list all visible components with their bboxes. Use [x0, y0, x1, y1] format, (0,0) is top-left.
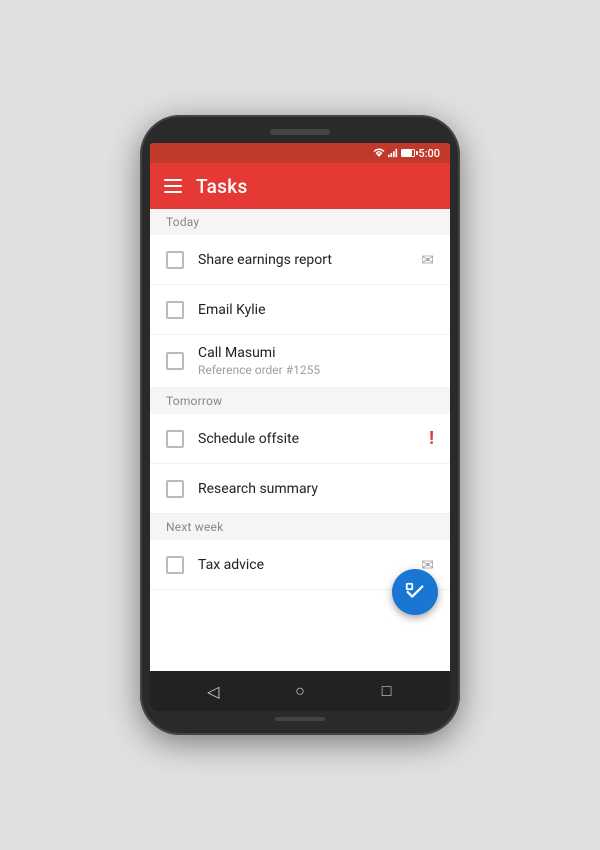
status-time: 5:00	[418, 147, 440, 160]
section-header-tomorrow: Tomorrow	[150, 388, 450, 414]
task-content-call-masumi: Call Masumi Reference order #1255	[198, 335, 434, 387]
task-content-tax-advice: Tax advice	[198, 547, 407, 583]
hamburger-menu-icon[interactable]	[164, 179, 182, 193]
task-checkbox-call-masumi[interactable]	[166, 352, 184, 370]
status-bar: 5:00	[150, 143, 450, 163]
section-header-next-week: Next week	[150, 514, 450, 540]
task-title-share-earnings: Share earnings report	[198, 252, 407, 268]
fab-check-icon	[404, 581, 426, 603]
section-header-today: Today	[150, 209, 450, 235]
nav-back-button[interactable]: ◁	[198, 676, 228, 706]
task-title-email-kylie: Email Kylie	[198, 302, 434, 318]
fab-button[interactable]	[392, 569, 438, 615]
task-checkbox-tax-advice[interactable]	[166, 556, 184, 574]
app-bar: Tasks	[150, 163, 450, 209]
task-item-share-earnings[interactable]: Share earnings report ✉	[150, 235, 450, 285]
task-item-call-masumi[interactable]: Call Masumi Reference order #1255	[150, 335, 450, 388]
task-checkbox-email-kylie[interactable]	[166, 301, 184, 319]
phone-screen: 5:00 Tasks Today Share earnings repo	[150, 143, 450, 711]
phone-bottom-bar	[275, 717, 325, 721]
phone-speaker	[270, 129, 330, 135]
task-item-schedule-offsite[interactable]: Schedule offsite !	[150, 414, 450, 464]
task-title-schedule-offsite: Schedule offsite	[198, 431, 415, 447]
task-content-share-earnings: Share earnings report	[198, 242, 407, 278]
app-title: Tasks	[196, 175, 248, 198]
task-checkbox-research-summary[interactable]	[166, 480, 184, 498]
signal-icon	[388, 148, 398, 158]
urgent-icon-schedule-offsite: !	[429, 428, 434, 449]
task-content-email-kylie: Email Kylie	[198, 292, 434, 328]
phone-device: 5:00 Tasks Today Share earnings repo	[140, 115, 460, 735]
status-icons: 5:00	[373, 147, 440, 160]
task-item-email-kylie[interactable]: Email Kylie	[150, 285, 450, 335]
task-item-research-summary[interactable]: Research summary	[150, 464, 450, 514]
task-checkbox-share-earnings[interactable]	[166, 251, 184, 269]
task-title-research-summary: Research summary	[198, 481, 434, 497]
wifi-icon	[373, 148, 385, 158]
task-title-call-masumi: Call Masumi	[198, 345, 434, 361]
nav-recent-button[interactable]: □	[372, 676, 402, 706]
email-icon-share-earnings: ✉	[421, 251, 434, 269]
task-content-research-summary: Research summary	[198, 471, 434, 507]
screen-content: Today Share earnings report ✉ Email Kyli…	[150, 209, 450, 671]
task-title-tax-advice: Tax advice	[198, 557, 407, 573]
battery-icon	[401, 149, 415, 157]
nav-bar: ◁ ○ □	[150, 671, 450, 711]
task-content-schedule-offsite: Schedule offsite	[198, 421, 415, 457]
task-subtitle-call-masumi: Reference order #1255	[198, 363, 434, 377]
task-checkbox-schedule-offsite[interactable]	[166, 430, 184, 448]
nav-home-button[interactable]: ○	[285, 676, 315, 706]
